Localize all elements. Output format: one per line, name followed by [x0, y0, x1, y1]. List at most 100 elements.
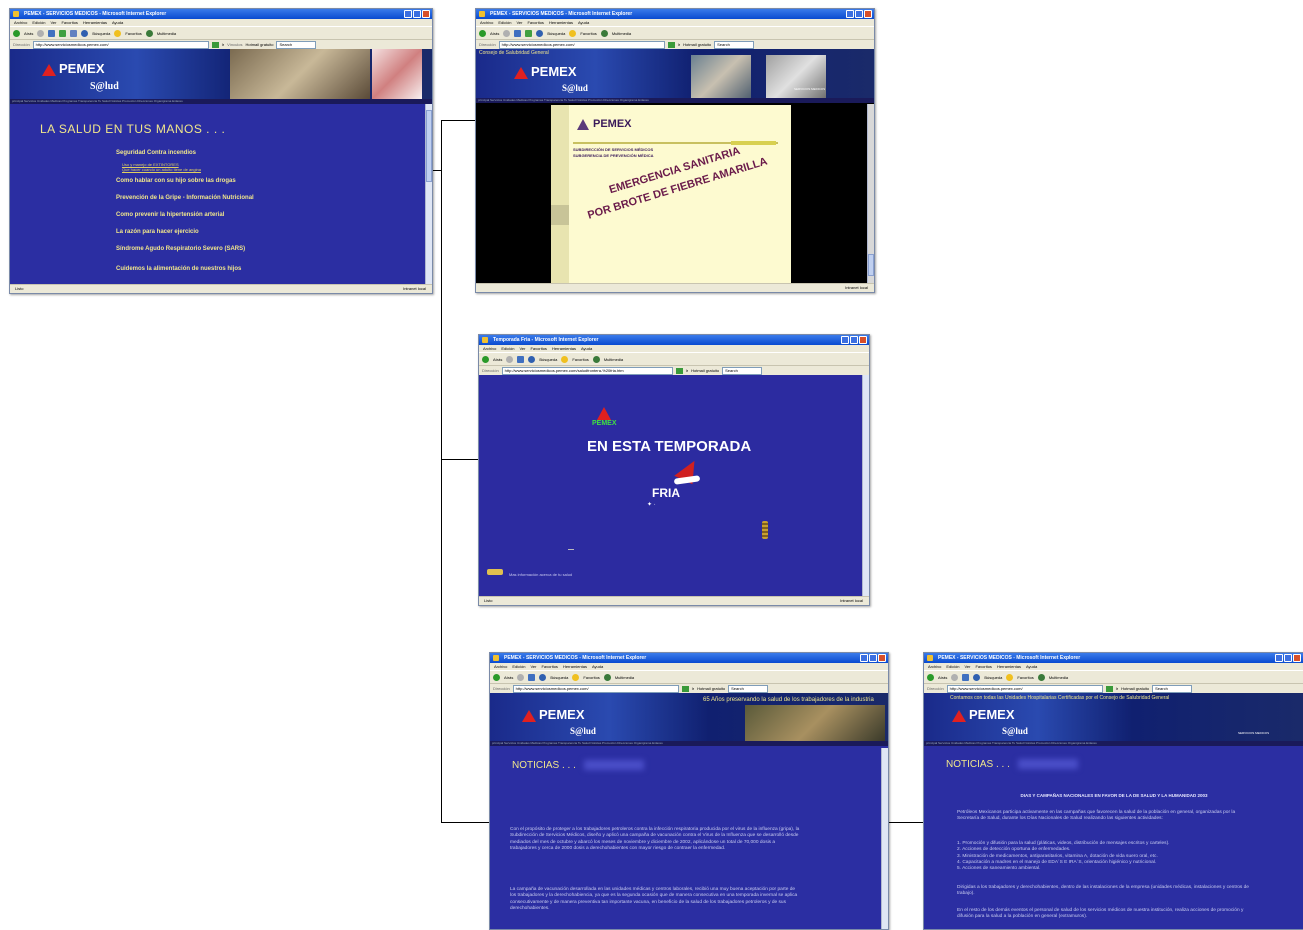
- favorites-label[interactable]: Favoritos: [580, 31, 596, 36]
- forward-icon[interactable]: [951, 673, 959, 681]
- favorites-label[interactable]: Favoritos: [125, 31, 141, 36]
- menu-favoritos[interactable]: Favoritos: [541, 664, 557, 669]
- favorites-label[interactable]: Favoritos: [1017, 675, 1033, 680]
- search-icon[interactable]: [528, 355, 536, 363]
- address-input[interactable]: http://www.serviciosmedicos.pemex.com/: [498, 40, 665, 49]
- close-button[interactable]: [864, 10, 872, 18]
- search-input[interactable]: Search: [714, 40, 755, 49]
- menu-herramientas[interactable]: Herramientas: [563, 664, 587, 669]
- go-button[interactable]: Ir: [1116, 686, 1118, 691]
- minimize-button[interactable]: [846, 10, 854, 18]
- search-input[interactable]: Search: [1152, 684, 1193, 693]
- topic-link-hypertension[interactable]: Como prevenir la hipertensión arterial: [116, 212, 254, 218]
- stop-icon[interactable]: [528, 673, 536, 681]
- maximize-button[interactable]: [855, 10, 863, 18]
- search-label[interactable]: Búsqueda: [547, 31, 565, 36]
- home-icon[interactable]: [70, 29, 78, 37]
- favorites-label[interactable]: Favoritos: [572, 357, 588, 362]
- back-icon[interactable]: [13, 29, 20, 37]
- go-icon[interactable]: [675, 367, 683, 374]
- minimize-button[interactable]: [1275, 654, 1283, 662]
- nav-strip[interactable]: principal Servicios Unidades Médicas Pro…: [476, 98, 874, 103]
- back-icon[interactable]: [479, 29, 486, 37]
- close-button[interactable]: [859, 336, 867, 344]
- menu-favoritos[interactable]: Favoritos: [975, 664, 991, 669]
- favorites-icon[interactable]: [572, 673, 580, 681]
- multimedia-label[interactable]: Multimedia: [612, 31, 631, 36]
- menu-archivo[interactable]: Archivo: [483, 346, 496, 351]
- stop-icon[interactable]: [514, 29, 522, 37]
- maximize-button[interactable]: [850, 336, 858, 344]
- address-input[interactable]: http://www.serviciosmedicos.pemex.com/sa…: [501, 366, 673, 375]
- stop-icon[interactable]: [962, 673, 970, 681]
- topic-link-exercise[interactable]: La razón para hacer ejercicio: [116, 229, 254, 235]
- search-label[interactable]: Búsqueda: [984, 675, 1002, 680]
- forward-icon[interactable]: [37, 29, 45, 37]
- topic-link-drugs[interactable]: Como hablar con su hijo sobre las drogas: [116, 178, 254, 184]
- back-label[interactable]: Atrás: [504, 675, 513, 680]
- maximize-button[interactable]: [1284, 654, 1292, 662]
- maximize-button[interactable]: [869, 654, 877, 662]
- menu-archivo[interactable]: Archivo: [14, 20, 27, 25]
- go-button[interactable]: Ir: [678, 42, 680, 47]
- menu-ayuda[interactable]: Ayuda: [581, 346, 592, 351]
- menu-favoritos[interactable]: Favoritos: [61, 20, 77, 25]
- go-button[interactable]: Ir: [692, 686, 694, 691]
- search-input[interactable]: Search: [276, 40, 317, 49]
- close-button[interactable]: [878, 654, 886, 662]
- menu-ayuda[interactable]: Ayuda: [1026, 664, 1037, 669]
- back-label[interactable]: Atrás: [493, 357, 502, 362]
- back-icon[interactable]: [927, 673, 934, 681]
- favorites-icon[interactable]: [114, 29, 122, 37]
- search-label[interactable]: Búsqueda: [92, 31, 110, 36]
- menu-archivo[interactable]: Archivo: [480, 20, 493, 25]
- refresh-icon[interactable]: [525, 29, 533, 37]
- menu-edicion[interactable]: Edición: [501, 346, 514, 351]
- multimedia-icon[interactable]: [1037, 673, 1045, 681]
- back-icon[interactable]: [482, 355, 489, 363]
- favorites-icon[interactable]: [569, 29, 577, 37]
- close-button[interactable]: [422, 10, 430, 18]
- menu-ver[interactable]: Ver: [519, 346, 525, 351]
- multimedia-icon[interactable]: [603, 673, 611, 681]
- search-label[interactable]: Búsqueda: [539, 357, 557, 362]
- menu-archivo[interactable]: Archivo: [928, 664, 941, 669]
- go-button[interactable]: Ir: [222, 42, 224, 47]
- multimedia-icon[interactable]: [600, 29, 608, 37]
- multimedia-icon[interactable]: [145, 29, 153, 37]
- minimize-button[interactable]: [860, 654, 868, 662]
- menu-herramientas[interactable]: Herramientas: [83, 20, 107, 25]
- topic-link-sars[interactable]: Síndrome Agudo Respiratorio Severo (SARS…: [116, 246, 254, 252]
- vertical-scrollbar[interactable]: [425, 104, 432, 285]
- address-input[interactable]: http://www.serviciosmedicos.pemex.com/: [512, 684, 679, 693]
- search-icon[interactable]: [536, 29, 544, 37]
- menu-favoritos[interactable]: Favoritos: [530, 346, 546, 351]
- favorites-icon[interactable]: [1006, 673, 1014, 681]
- multimedia-icon[interactable]: [592, 355, 600, 363]
- refresh-icon[interactable]: [59, 29, 67, 37]
- links-label[interactable]: Vínculos: [227, 42, 242, 47]
- go-icon[interactable]: [667, 41, 675, 48]
- go-icon[interactable]: [1105, 685, 1113, 692]
- go-button[interactable]: Ir: [686, 368, 688, 373]
- menu-ver[interactable]: Ver: [964, 664, 970, 669]
- menu-edicion[interactable]: Edición: [32, 20, 45, 25]
- menu-ayuda[interactable]: Ayuda: [592, 664, 603, 669]
- menu-favoritos[interactable]: Favoritos: [527, 20, 543, 25]
- menu-edicion[interactable]: Edición: [498, 20, 511, 25]
- multimedia-label[interactable]: Multimedia: [1049, 675, 1068, 680]
- menu-ayuda[interactable]: Ayuda: [112, 20, 123, 25]
- minimize-button[interactable]: [404, 10, 412, 18]
- vertical-scrollbar[interactable]: [862, 375, 869, 597]
- menu-edicion[interactable]: Edición: [946, 664, 959, 669]
- forward-icon[interactable]: [506, 355, 514, 363]
- back-label[interactable]: Atrás: [24, 31, 33, 36]
- maximize-button[interactable]: [413, 10, 421, 18]
- more-info-link[interactable]: Mas información acerca de tu salud: [509, 572, 572, 577]
- menu-herramientas[interactable]: Herramientas: [549, 20, 573, 25]
- menu-ver[interactable]: Ver: [530, 664, 536, 669]
- menu-ver[interactable]: Ver: [516, 20, 522, 25]
- multimedia-label[interactable]: Multimedia: [157, 31, 176, 36]
- back-label[interactable]: Atrás: [490, 31, 499, 36]
- search-input[interactable]: Search: [728, 684, 769, 693]
